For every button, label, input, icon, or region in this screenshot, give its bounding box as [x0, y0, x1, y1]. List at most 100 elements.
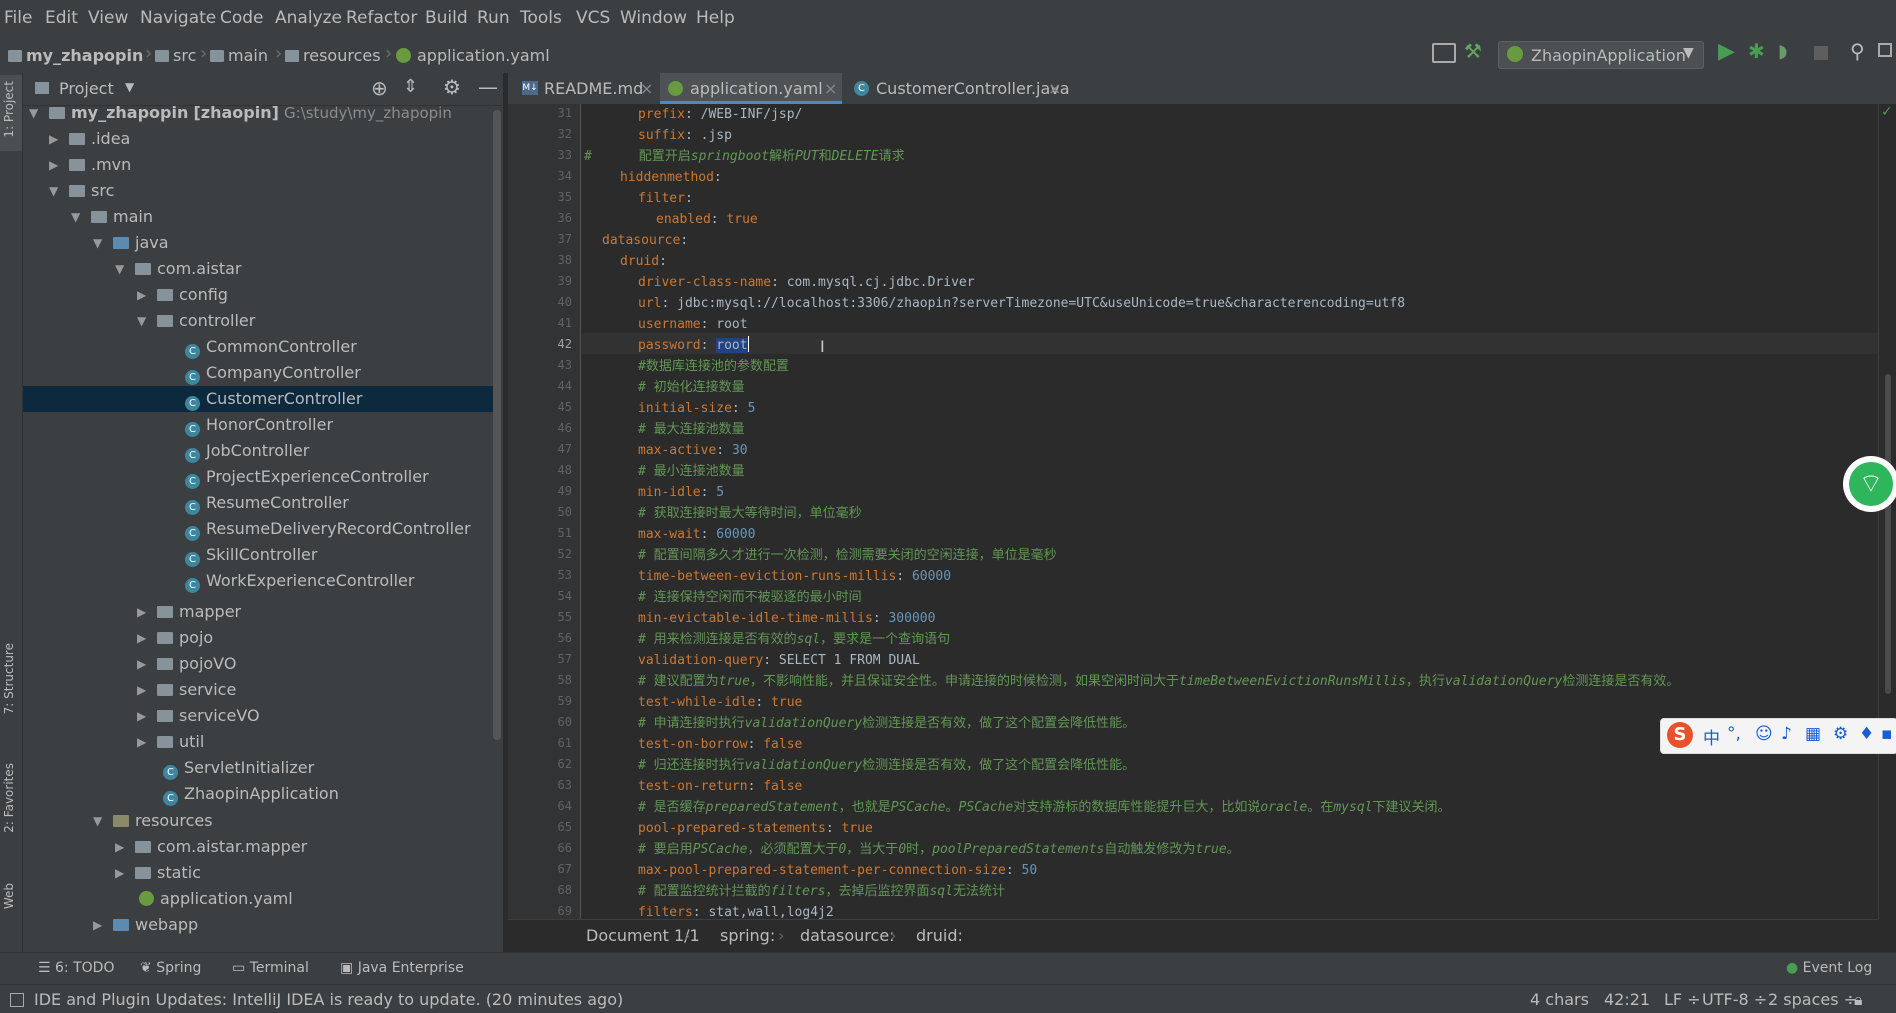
indent-settings[interactable]: 2 spaces ÷: [1768, 990, 1857, 1009]
ime-more-icon[interactable]: ▪: [1881, 724, 1893, 744]
menu-vcs[interactable]: VCS: [576, 8, 610, 28]
locate-target-icon[interactable]: ⊕: [371, 76, 388, 100]
java-enterprise-tool-button[interactable]: ▣ Java Enterprise: [340, 960, 464, 976]
collapsed-arrow-icon[interactable]: ▶: [49, 152, 58, 178]
tree-item-controller[interactable]: ▼ controller: [23, 308, 493, 334]
menu-refactor[interactable]: Refactor: [346, 8, 417, 28]
menu-help[interactable]: Help: [696, 8, 735, 28]
tree-item-job-controller[interactable]: C JobController: [23, 438, 493, 464]
gear-icon[interactable]: ⚙: [443, 75, 461, 99]
expanded-arrow-icon[interactable]: ▼: [49, 178, 58, 204]
expanded-arrow-icon[interactable]: ▼: [29, 100, 38, 126]
expanded-arrow-icon[interactable]: ▼: [137, 308, 146, 334]
status-message[interactable]: IDE and Plugin Updates: IntelliJ IDEA is…: [34, 990, 623, 1009]
menu-tools[interactable]: Tools: [520, 8, 562, 28]
terminal-tool-button[interactable]: ▭ Terminal: [232, 960, 309, 976]
caret-position[interactable]: 42:21: [1604, 990, 1650, 1009]
tree-item-customer-controller[interactable]: C CustomerController: [23, 386, 493, 412]
expanded-arrow-icon[interactable]: ▼: [93, 230, 102, 256]
expanded-arrow-icon[interactable]: ▼: [93, 808, 102, 834]
ime-tools-icon[interactable]: ⚙: [1833, 724, 1848, 744]
collapsed-arrow-icon[interactable]: ▶: [137, 599, 146, 625]
stop-icon[interactable]: [1814, 46, 1828, 60]
menu-view[interactable]: View: [88, 8, 128, 28]
tab-readme[interactable]: M↓ README.md ×: [514, 73, 656, 104]
collapsed-arrow-icon[interactable]: ▶: [49, 126, 58, 152]
expanded-arrow-icon[interactable]: ▼: [115, 256, 124, 282]
breadcrumb-src[interactable]: src: [155, 46, 196, 65]
tree-item-webapp[interactable]: ▶ webapp: [23, 912, 493, 938]
breadcrumb-project[interactable]: my_zhapopin: [8, 46, 143, 65]
tree-item-resources[interactable]: ▼ resources: [23, 808, 493, 834]
collapsed-arrow-icon[interactable]: ▶: [93, 912, 102, 938]
breadcrumb-spring[interactable]: spring:: [720, 926, 775, 945]
menu-analyze[interactable]: Analyze: [275, 8, 342, 28]
ime-microphone-icon[interactable]: ♪: [1781, 724, 1792, 744]
collapsed-arrow-icon[interactable]: ▶: [115, 860, 124, 886]
tree-item-resume-controller[interactable]: C ResumeController: [23, 490, 493, 516]
project-panel-title[interactable]: Project: [59, 79, 114, 98]
tool-windows-toggle-icon[interactable]: [10, 993, 24, 1007]
close-icon[interactable]: ×: [640, 73, 653, 104]
search-icon[interactable]: ⚲: [1850, 39, 1865, 63]
tree-item-pojovo[interactable]: ▶ pojoVO: [23, 651, 493, 677]
spring-tool-button[interactable]: ❦ Spring: [140, 960, 201, 976]
tree-item-my-zhapopin[interactable]: ▼ my_zhapopin [zhaopin] G:\study\my_zhap…: [23, 100, 493, 126]
run-configuration-select[interactable]: ZhaopinApplication ▼: [1498, 41, 1704, 69]
file-encoding[interactable]: UTF-8 ÷: [1702, 990, 1767, 1009]
tree-item-servlet-initializer[interactable]: C ServletInitializer: [23, 755, 493, 781]
ime-punctuation-mode[interactable]: °,: [1727, 724, 1741, 744]
collapsed-arrow-icon[interactable]: ▶: [115, 834, 124, 860]
line-separator[interactable]: LF ÷: [1664, 990, 1701, 1009]
coverage-icon[interactable]: ◗: [1778, 41, 1787, 62]
editor-scrollbar[interactable]: [1885, 374, 1891, 694]
tree-item-mvn[interactable]: ▶ .mvn: [23, 152, 493, 178]
ime-keyboard-icon[interactable]: ▦: [1805, 724, 1821, 744]
tree-item-servicevo[interactable]: ▶ serviceVO: [23, 703, 493, 729]
favorites-tool-label[interactable]: 2: Favorites: [2, 763, 16, 833]
tree-item-idea[interactable]: ▶ .idea: [23, 126, 493, 152]
tab-customer-controller[interactable]: C CustomerController.java ×: [846, 73, 1070, 104]
tree-item-zhaopin-application[interactable]: C ZhaopinApplication: [23, 781, 493, 807]
close-icon[interactable]: ×: [824, 73, 837, 104]
tree-item-main[interactable]: ▼ main: [23, 204, 493, 230]
menu-build[interactable]: Build: [425, 8, 468, 28]
breadcrumb-druid[interactable]: druid:: [916, 926, 963, 945]
menu-navigate[interactable]: Navigate: [140, 8, 216, 28]
collapse-all-icon[interactable]: ⇕: [403, 76, 418, 97]
tree-item-company-controller[interactable]: C CompanyController: [23, 360, 493, 386]
tree-item-common-controller[interactable]: C CommonController: [23, 334, 493, 360]
ime-chinese-mode[interactable]: 中: [1703, 724, 1720, 749]
collapsed-arrow-icon[interactable]: ▶: [137, 703, 146, 729]
tree-item-java[interactable]: ▼ java: [23, 230, 493, 256]
ime-skin-icon[interactable]: ♦: [1859, 724, 1874, 744]
menu-code[interactable]: Code: [220, 8, 264, 28]
minimize-icon[interactable]: —: [478, 75, 498, 99]
menu-window[interactable]: Window: [620, 8, 687, 28]
tree-item-pojo[interactable]: ▶ pojo: [23, 625, 493, 651]
close-icon[interactable]: ×: [1048, 73, 1061, 104]
breadcrumb-resources[interactable]: resources: [285, 46, 381, 65]
collapsed-arrow-icon[interactable]: ▶: [137, 729, 146, 755]
breadcrumb-datasource[interactable]: datasource:: [800, 926, 895, 945]
collapsed-arrow-icon[interactable]: ▶: [137, 677, 146, 703]
breadcrumb-main[interactable]: main: [210, 46, 268, 65]
collapsed-arrow-icon[interactable]: ▶: [137, 651, 146, 677]
web-tool-label[interactable]: Web: [2, 883, 16, 909]
chevron-down-icon[interactable]: ▼: [125, 80, 134, 94]
debug-bug-icon[interactable]: ✱: [1748, 39, 1765, 63]
tree-item-com-aistar-mapper[interactable]: ▶ com.aistar.mapper: [23, 834, 493, 860]
tree-item-project-experience-controller[interactable]: C ProjectExperienceController: [23, 464, 493, 490]
breadcrumb-document[interactable]: Document 1/1: [586, 926, 700, 945]
menu-file[interactable]: File: [4, 8, 32, 28]
lock-icon[interactable]: 🔒︎: [1854, 990, 1863, 1010]
tree-item-com-aistar[interactable]: ▼ com.aistar: [23, 256, 493, 282]
structure-tool-label[interactable]: 7: Structure: [2, 643, 16, 714]
breadcrumb-file[interactable]: application.yaml: [396, 46, 550, 65]
wifi-widget[interactable]: ⌔: [1843, 456, 1896, 512]
layout-icon[interactable]: [1432, 43, 1456, 63]
expanded-arrow-icon[interactable]: ▼: [71, 204, 80, 230]
build-hammer-icon[interactable]: ⚒: [1464, 39, 1482, 63]
code-editor[interactable]: prefix: /WEB-INF/jsp/ suffix: .jsp # 配置开…: [582, 104, 1878, 919]
window-icon[interactable]: [1878, 43, 1892, 57]
